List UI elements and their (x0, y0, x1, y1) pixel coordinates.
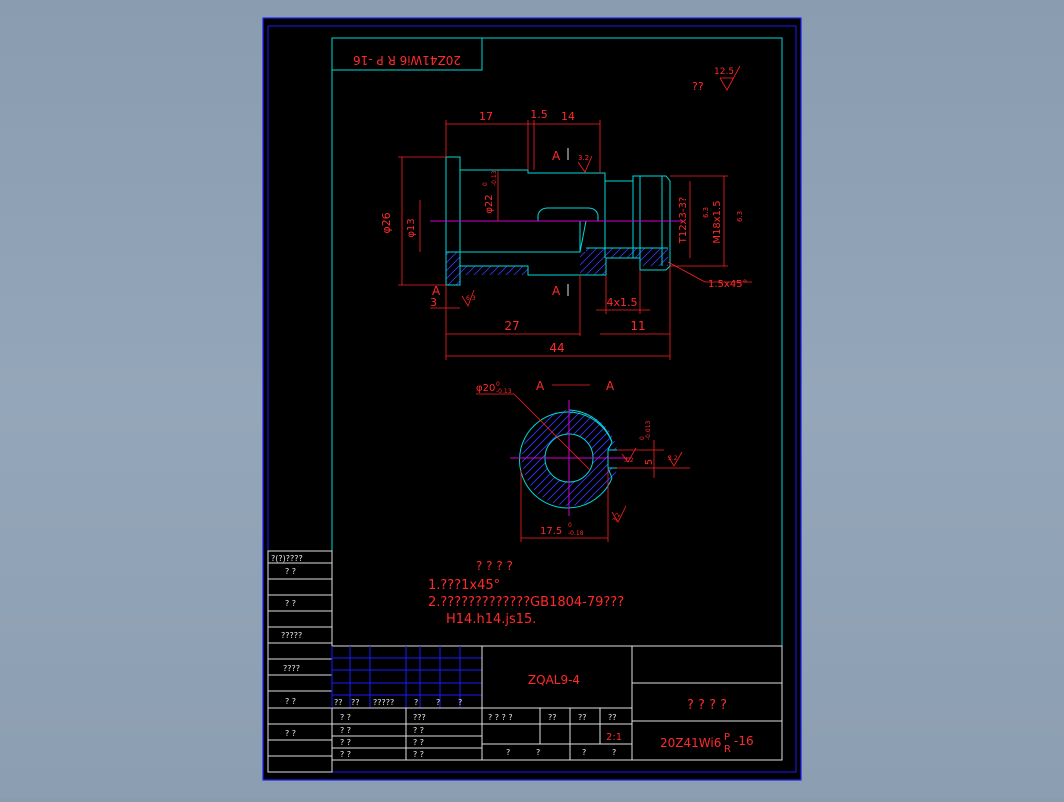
tb-drawing-number-suffix: -16 (734, 734, 754, 748)
tb-header-5: ? (458, 698, 462, 707)
roughness-value: 12.5 (714, 67, 734, 77)
cad-viewport[interactable]: 20Z41Wi6 R P -16 ?? 12.5 A A 17 1.5 14 φ… (0, 0, 1064, 798)
tb-sig-mid-1: ? ? (413, 726, 424, 735)
rough-63-left: 6.3 (466, 295, 476, 302)
side-row-6: ? ? (285, 729, 296, 738)
tb-stage-0: ? ? ? ? (488, 713, 513, 722)
tb-sig-left-2: ? ? (340, 738, 351, 747)
dim-phi20: φ20 (476, 383, 495, 394)
dim-phi13: φ13 (406, 218, 417, 237)
tb-stage-1: ?? (548, 713, 557, 722)
tb-sig-left-3: ? ? (340, 750, 351, 759)
dim-thread-m18: M18x1.5 (712, 200, 723, 243)
dim-3: 3 (430, 296, 437, 309)
tb-sig-left-1: ? ? (340, 726, 351, 735)
side-row-2: ? ? (285, 599, 296, 608)
dim-17: 17 (479, 110, 493, 123)
tb-sig-mid-0: ??? (413, 713, 426, 722)
tb-header-1: ?? (351, 698, 360, 707)
dim-phi20-up: 0 (496, 381, 500, 388)
tb-sheet-3: ? (612, 748, 616, 757)
tb-header-2: ????? (373, 698, 394, 707)
tb-sig-mid-2: ? ? (413, 738, 424, 747)
rough-63-right1: 6.3 (702, 207, 710, 218)
section-mark-top: A (552, 149, 561, 163)
tb-sheet-2: ? (582, 748, 586, 757)
tb-header-4: ? (436, 698, 440, 707)
tb-sig-left-0: ? ? (340, 713, 351, 722)
rough-32-sec2: 3.2 (668, 455, 678, 462)
dim-1-5: 1.5 (530, 108, 548, 121)
dim-17-5-low: -0.18 (568, 530, 584, 537)
tb-sheet-0: ? (506, 748, 510, 757)
tb-stage-2: ?? (578, 713, 587, 722)
side-row-0: ?(?)???? (271, 554, 303, 563)
drawing-sheet (262, 17, 802, 781)
dim-w5: 5 (644, 459, 655, 465)
section-title-right: A (606, 379, 615, 393)
section-mark-bottom: A (552, 284, 561, 298)
dim-phi22-tol-up: 0 (482, 182, 489, 186)
notes-line1: 1.???1x45° (428, 578, 500, 593)
tb-stage-3: ?? (608, 713, 617, 722)
side-row-5: ? ? (285, 697, 296, 706)
dim-phi22-tol-low: -0.13 (491, 170, 498, 186)
side-row-4: ???? (283, 664, 300, 673)
dim-44: 44 (549, 341, 564, 355)
notes-line2: 2.?????????????GB1804-79??? (428, 595, 624, 610)
tb-drawing-number-sup: P (724, 732, 730, 743)
tb-drawing-number-sub: R (724, 744, 731, 755)
rough-32-sec1: 3.2 (624, 457, 634, 464)
roughness-marks: ?? (692, 80, 704, 93)
rotated-code-text: 20Z41Wi6 R P -16 (353, 53, 461, 67)
tb-material: ZQAL9-4 (528, 673, 580, 687)
dim-17-5-up: 0 (568, 522, 572, 529)
tb-sig-mid-3: ? ? (413, 750, 424, 759)
tb-header-0: ?? (334, 698, 343, 707)
tb-part-name: ? ? ? ? (687, 698, 727, 713)
dim-phi22: φ22 (484, 194, 495, 213)
section-title-left: A (536, 379, 545, 393)
rough-63-right2: 6.3 (736, 211, 744, 222)
drawing-canvas[interactable]: 20Z41Wi6 R P -16 ?? 12.5 A A 17 1.5 14 φ… (0, 0, 1064, 798)
dim-11: 11 (630, 319, 645, 333)
tb-header-3: ? (414, 698, 418, 707)
dim-phi26: φ26 (380, 212, 393, 233)
dim-w5-low: -0.013 (645, 420, 652, 440)
tb-drawing-number: 20Z41Wi6 (660, 736, 721, 750)
dim-17-5: 17.5 (540, 526, 562, 537)
dim-14: 14 (561, 110, 575, 123)
dim-27: 27 (504, 319, 519, 333)
side-row-1: ? ? (285, 567, 296, 576)
tb-sheet-1: ? (536, 748, 540, 757)
dim-4x1-5: 4x1.5 (606, 296, 637, 309)
side-row-3: ????? (281, 631, 302, 640)
tb-scale: 2:1 (606, 732, 622, 743)
rough-32-top: 3.2 (578, 154, 589, 162)
notes-line3: H14.h14.js15. (446, 612, 536, 627)
dim-chamfer: 1.5x45° (708, 279, 748, 290)
dim-thread-tr12: T12x3-3? (678, 197, 689, 244)
dim-phi20-low: -0.13 (496, 388, 512, 395)
notes-title: ? ? ? ? (476, 559, 513, 573)
